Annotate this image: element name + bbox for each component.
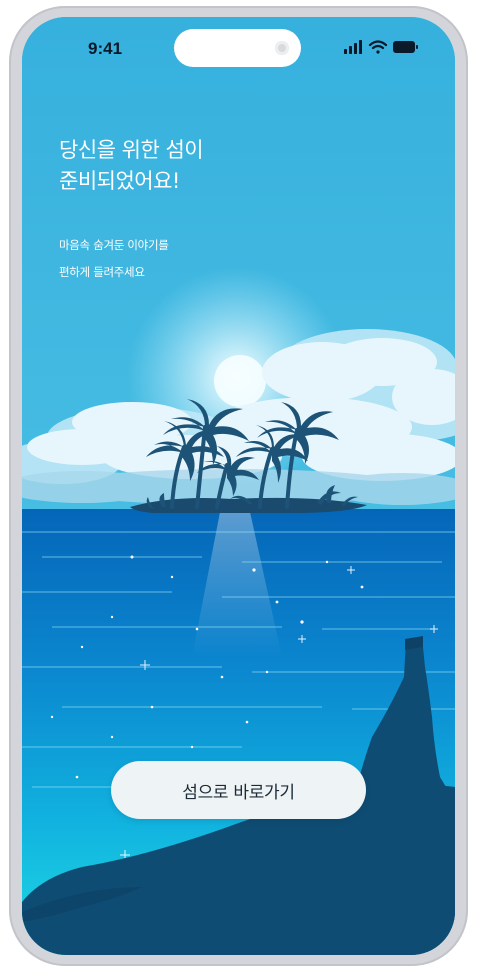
signal-icon (344, 40, 362, 54)
page-title: 당신을 위한 섬이 준비되었어요! (59, 135, 204, 197)
subtext-line-1: 마음속 숨겨둔 이야기를 (59, 238, 169, 252)
headline-line-2: 준비되었어요! (59, 169, 180, 193)
status-bar: 9:41 (22, 17, 455, 77)
subtext-line-2: 편하게 들려주세요 (59, 265, 145, 279)
app-screen: 9:41 당신을 위한 섬이 준비되었어요! 마음속 숨겨둔 이야기를 편하게 … (22, 17, 455, 955)
status-time: 9:41 (88, 39, 123, 58)
status-icons (344, 40, 418, 54)
headline-line-1: 당신을 위한 섬이 (59, 138, 204, 162)
dynamic-island (174, 29, 301, 67)
wifi-icon (368, 40, 388, 54)
battery-icon (393, 41, 418, 53)
go-to-island-button[interactable]: 섬으로 바로가기 (111, 761, 366, 819)
subtitle: 마음속 숨겨둔 이야기를 편하게 들려주세요 (59, 232, 169, 286)
camera-icon (275, 41, 289, 55)
